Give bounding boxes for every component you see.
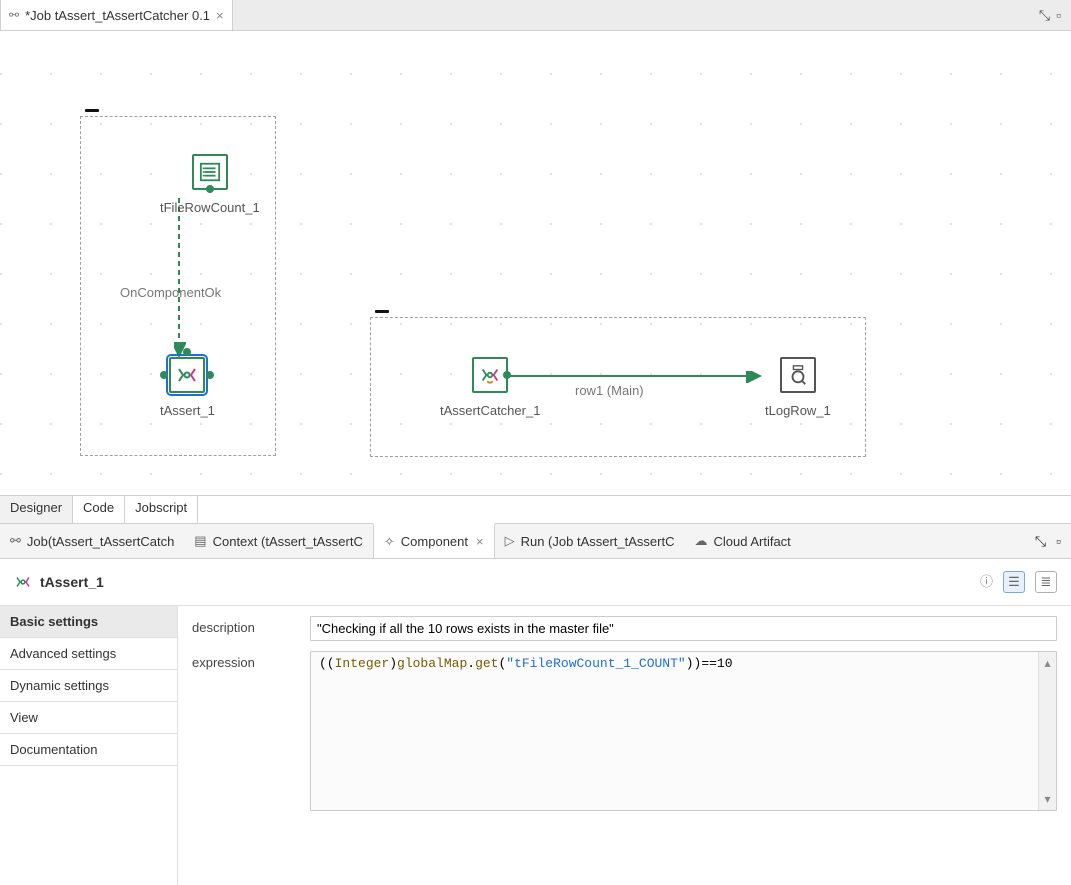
view-tabs-right-controls: ⤡ ▫ xyxy=(1025,524,1071,558)
view-tab-label: Run (Job tAssert_tAssertC xyxy=(521,534,675,549)
tassertcatcher-icon xyxy=(472,357,508,393)
expression-editor[interactable]: ((Integer)globalMap.get("tFileRowCount_1… xyxy=(311,652,1038,810)
component-tassertcatcher[interactable]: tAssertCatcher_1 xyxy=(440,357,540,418)
connection-label-row1: row1 (Main) xyxy=(575,383,644,398)
view-tab-label: Job(tAssert_tAssertCatch xyxy=(27,534,174,549)
view-tab-component[interactable]: ✧ Component × xyxy=(373,523,495,558)
port-icon[interactable] xyxy=(206,371,214,379)
restore-icon[interactable]: ⤡ xyxy=(1035,533,1046,550)
component-panel: tAssert_1 ⓘ ☰ ≣ Basic settings Advanced … xyxy=(0,559,1071,885)
tassert-icon xyxy=(169,357,205,393)
play-icon: ▷ xyxy=(505,533,515,549)
restore-icon[interactable]: ⤡ xyxy=(1039,7,1050,24)
port-icon[interactable] xyxy=(160,371,168,379)
view-tab-cloud[interactable]: ☁ Cloud Artifact xyxy=(684,524,800,558)
chain-icon: ⚯ xyxy=(9,8,19,22)
tab-code[interactable]: Code xyxy=(73,496,125,523)
connection-label-oncomponentok: OnComponentOk xyxy=(120,285,221,300)
tab-advanced-settings[interactable]: Advanced settings xyxy=(0,638,177,670)
tab-view[interactable]: View xyxy=(0,702,177,734)
tassert-icon xyxy=(14,573,32,591)
scroll-down-icon[interactable]: ▾ xyxy=(1044,792,1050,806)
description-input[interactable] xyxy=(310,616,1057,641)
output-port-icon[interactable] xyxy=(206,185,214,193)
view-tab-job[interactable]: ⚯ Job(tAssert_tAssertCatch xyxy=(0,524,184,558)
view-tab-label: Context (tAssert_tAssertC xyxy=(213,534,363,549)
component-tfilerowcount[interactable]: tFileRowCount_1 xyxy=(160,154,260,215)
chain-icon: ⚯ xyxy=(10,533,21,549)
component-label: tLogRow_1 xyxy=(765,403,831,418)
collapse-icon[interactable] xyxy=(375,310,389,313)
tab-basic-settings[interactable]: Basic settings xyxy=(0,606,177,638)
component-tassert[interactable]: tAssert_1 xyxy=(160,357,215,418)
editor-tab-title: *Job tAssert_tAssertCatcher 0.1 xyxy=(25,8,210,23)
component-panel-header: tAssert_1 ⓘ ☰ ≣ xyxy=(0,559,1071,606)
view-tab-run[interactable]: ▷ Run (Job tAssert_tAssertC xyxy=(495,524,685,558)
expression-scrollbar[interactable]: ▴ ▾ xyxy=(1038,652,1056,810)
tab-documentation[interactable]: Documentation xyxy=(0,734,177,766)
tlogrow-icon xyxy=(780,357,816,393)
component-label: tFileRowCount_1 xyxy=(160,200,260,215)
component-label: tAssertCatcher_1 xyxy=(440,403,540,418)
context-icon: ▤ xyxy=(194,533,206,549)
tab-designer[interactable]: Designer xyxy=(0,496,73,523)
help-icon[interactable]: ⓘ xyxy=(980,571,993,593)
description-label: description xyxy=(192,616,292,641)
component-label: tAssert_1 xyxy=(160,403,215,418)
layout-vertical-button[interactable]: ☰ xyxy=(1003,571,1025,593)
puzzle-icon: ✧ xyxy=(384,534,395,550)
view-tab-context[interactable]: ▤ Context (tAssert_tAssertC xyxy=(184,524,373,558)
maximize-icon[interactable]: ▫ xyxy=(1056,533,1061,549)
settings-form: description expression ((Integer)globalM… xyxy=(178,606,1071,885)
close-tab-icon[interactable]: × xyxy=(216,8,224,23)
cloud-icon: ☁ xyxy=(694,533,707,549)
connection-oncomponentok[interactable] xyxy=(174,198,186,358)
tab-dynamic-settings[interactable]: Dynamic settings xyxy=(0,670,177,702)
settings-category-tabs: Basic settings Advanced settings Dynamic… xyxy=(0,606,178,885)
tab-jobscript[interactable]: Jobscript xyxy=(125,496,198,523)
bottom-view-tabs: ⚯ Job(tAssert_tAssertCatch ▤ Context (tA… xyxy=(0,523,1071,559)
maximize-icon[interactable]: ▫ xyxy=(1056,7,1061,23)
designer-canvas[interactable]: tFileRowCount_1 OnComponentOk tAssert_1 … xyxy=(0,31,1071,495)
output-port-icon[interactable] xyxy=(503,371,511,379)
expression-label: expression xyxy=(192,651,292,811)
component-tlogrow[interactable]: tLogRow_1 xyxy=(765,357,831,418)
port-icon[interactable] xyxy=(183,348,191,356)
editor-tab-active[interactable]: ⚯ *Job tAssert_tAssertCatcher 0.1 × xyxy=(0,0,233,30)
designer-mode-tabs: Designer Code Jobscript xyxy=(0,495,1071,523)
view-tab-label: Cloud Artifact xyxy=(713,534,790,549)
view-tab-label: Component xyxy=(401,534,468,549)
layout-horizontal-button[interactable]: ≣ xyxy=(1035,571,1057,593)
scroll-up-icon[interactable]: ▴ xyxy=(1044,656,1050,670)
component-panel-title: tAssert_1 xyxy=(40,574,104,590)
close-icon[interactable]: × xyxy=(476,534,484,549)
tfilerowcount-icon xyxy=(192,154,228,190)
collapse-icon[interactable] xyxy=(85,109,99,112)
